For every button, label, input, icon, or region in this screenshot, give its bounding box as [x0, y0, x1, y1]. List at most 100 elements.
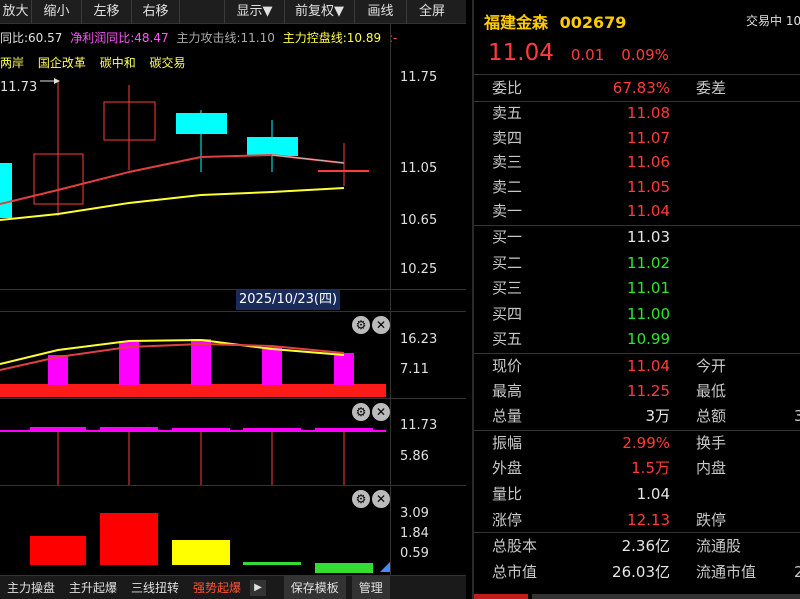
display-menu-button[interactable]: 显示▼ [225, 0, 285, 24]
stat-label: 涨停 [492, 511, 523, 529]
bid-price: 10.99 [627, 330, 670, 348]
gear-icon[interactable]: ⚙ [352, 490, 370, 508]
price-axis-tick: 10.65 [400, 213, 438, 228]
info-segment: 净利润同比:48.47 [70, 31, 169, 45]
concept-tag[interactable]: 国企改革 [38, 56, 86, 70]
trade-status: 交易中 10 [746, 14, 800, 28]
stock-name: 福建金森 [484, 13, 549, 32]
ask-row[interactable]: 卖二 11.05 [474, 175, 800, 200]
stat-label: 流通股 [696, 537, 742, 555]
quote-pane: 福建金森 002679 交易中 10 11.04 0.01 0.09% 委比 6… [472, 0, 800, 599]
move-left-button[interactable]: 左移 [82, 0, 132, 24]
ask-row[interactable]: 卖三 11.06 [474, 150, 800, 175]
stat-label: 总市值 [492, 563, 538, 581]
manage-button[interactable]: 管理 [351, 576, 390, 599]
zoom-out-button[interactable]: 缩小 [32, 0, 82, 24]
ask-price: 11.04 [627, 202, 670, 220]
tab-main-rise[interactable]: 主升起爆 [62, 576, 124, 599]
stat-label: 换手 [696, 434, 727, 452]
panel2-bar [172, 428, 230, 431]
gear-icon[interactable]: ⚙ [352, 316, 370, 334]
tab-scroll-right-icon[interactable]: ▶ [250, 580, 266, 596]
stat-row: 总市值 26.03亿 流通市值 2 [474, 560, 800, 585]
bid-price: 11.01 [627, 279, 670, 297]
stat-label: 总额 [696, 407, 727, 425]
ask-price: 11.06 [627, 153, 670, 171]
stat-value: 26.03亿 [612, 563, 670, 581]
weibi-label: 委比 [492, 79, 523, 97]
price-row: 11.04 0.01 0.09% [488, 40, 679, 70]
concept-tag[interactable]: 碳中和 [100, 56, 136, 70]
panel3-bar [243, 562, 301, 565]
stock-code: 002679 [559, 13, 627, 32]
close-icon[interactable]: ✕ [372, 316, 390, 334]
bid-price: 11.03 [627, 228, 670, 246]
stat-row: 现价 11.04 今开 [474, 354, 800, 379]
info-segment: 同比:60.57 [0, 31, 63, 45]
panel1-bar [262, 347, 282, 385]
panel1-bar [48, 355, 68, 385]
concept-tags: 两岸 国企改革 碳中和 碳交易 [0, 53, 196, 73]
close-icon[interactable]: ✕ [372, 403, 390, 421]
bid-row[interactable]: 买四 11.00 [474, 302, 800, 327]
price-axis-tick: 10.25 [400, 262, 438, 277]
bid-row[interactable]: 买五 10.99 [474, 327, 800, 352]
stat-row: 总量 3万 总额 3 [474, 404, 800, 429]
panel2-axis-tick: 5.86 [400, 449, 429, 464]
concept-tag[interactable]: 碳交易 [150, 56, 186, 70]
ask-row[interactable]: 卖五 11.08 [474, 101, 800, 126]
stat-row: 总股本 2.36亿 流通股 [474, 534, 800, 559]
tab-strong-rise[interactable]: 强势起爆 [186, 576, 248, 599]
bid-label: 买三 [492, 279, 523, 297]
stat-label: 量比 [492, 485, 523, 503]
panel3-axis-tick: 3.09 [400, 506, 429, 521]
ask-price: 11.07 [627, 129, 670, 147]
info-segment: :- [388, 31, 398, 45]
stat-value: 3万 [645, 407, 670, 425]
kline-chart-pane[interactable]: 放大 缩小 左移 右移 显示▼ 前复权▼ 画线 全屏 同比:60.57 净利润同… [0, 0, 466, 599]
concept-tag[interactable]: 两岸 [0, 56, 24, 70]
stat-value: 11.04 [627, 357, 670, 375]
panel2-axis-tick: 11.73 [400, 418, 438, 433]
panel1-axis-tick: 16.23 [400, 332, 438, 347]
stat-value: 11.25 [627, 382, 670, 400]
adjust-menu-button[interactable]: 前复权▼ [285, 0, 355, 24]
draw-line-button[interactable]: 画线 [355, 0, 407, 24]
ma-line-gray [271, 154, 345, 164]
panel3-bar [100, 513, 158, 565]
stat-value: 3 [794, 404, 800, 429]
save-template-button[interactable]: 保存模板 [283, 576, 346, 599]
tab-three-line[interactable]: 三线扭转 [124, 576, 186, 599]
crosshair-date-label: 2025/10/23(四) [236, 290, 341, 310]
bid-price: 11.00 [627, 305, 670, 323]
stat-value: 2.36亿 [621, 537, 670, 555]
zoom-in-button[interactable]: 放大 [0, 0, 32, 24]
ma-line-yellow [0, 187, 345, 221]
gear-icon[interactable]: ⚙ [352, 403, 370, 421]
stat-row: 最高 11.25 最低 [474, 379, 800, 404]
ask-label: 卖三 [492, 153, 523, 171]
bid-row[interactable]: 买二 11.02 [474, 251, 800, 276]
stat-label: 外盘 [492, 459, 523, 477]
resize-corner [380, 562, 390, 572]
ask-row[interactable]: 卖四 11.07 [474, 126, 800, 151]
panel1-line-yellow [0, 338, 345, 365]
bid-row[interactable]: 买一 11.03 [474, 225, 800, 250]
panel2-controls: ⚙ ✕ [352, 403, 390, 421]
panel1-bar [191, 339, 211, 385]
move-right-button[interactable]: 右移 [132, 0, 180, 24]
bid-row[interactable]: 买三 11.01 [474, 276, 800, 301]
candle-bearish [176, 113, 227, 134]
stat-row: 振幅 2.99% 换手 [474, 431, 800, 456]
toolbar-spacer [180, 0, 225, 24]
stat-label: 流通市值 [696, 563, 757, 581]
tab-main-operation[interactable]: 主力操盘 [0, 576, 62, 599]
ask-row[interactable]: 卖一 11.04 [474, 199, 800, 224]
fullscreen-button[interactable]: 全屏 [407, 0, 457, 24]
panel3-axis-tick: 1.84 [400, 526, 429, 541]
bid-label: 买五 [492, 330, 523, 348]
panel1-bar [334, 353, 354, 385]
close-icon[interactable]: ✕ [372, 490, 390, 508]
stat-label: 总量 [492, 407, 523, 425]
high-price-label: 11.73 [0, 80, 38, 95]
